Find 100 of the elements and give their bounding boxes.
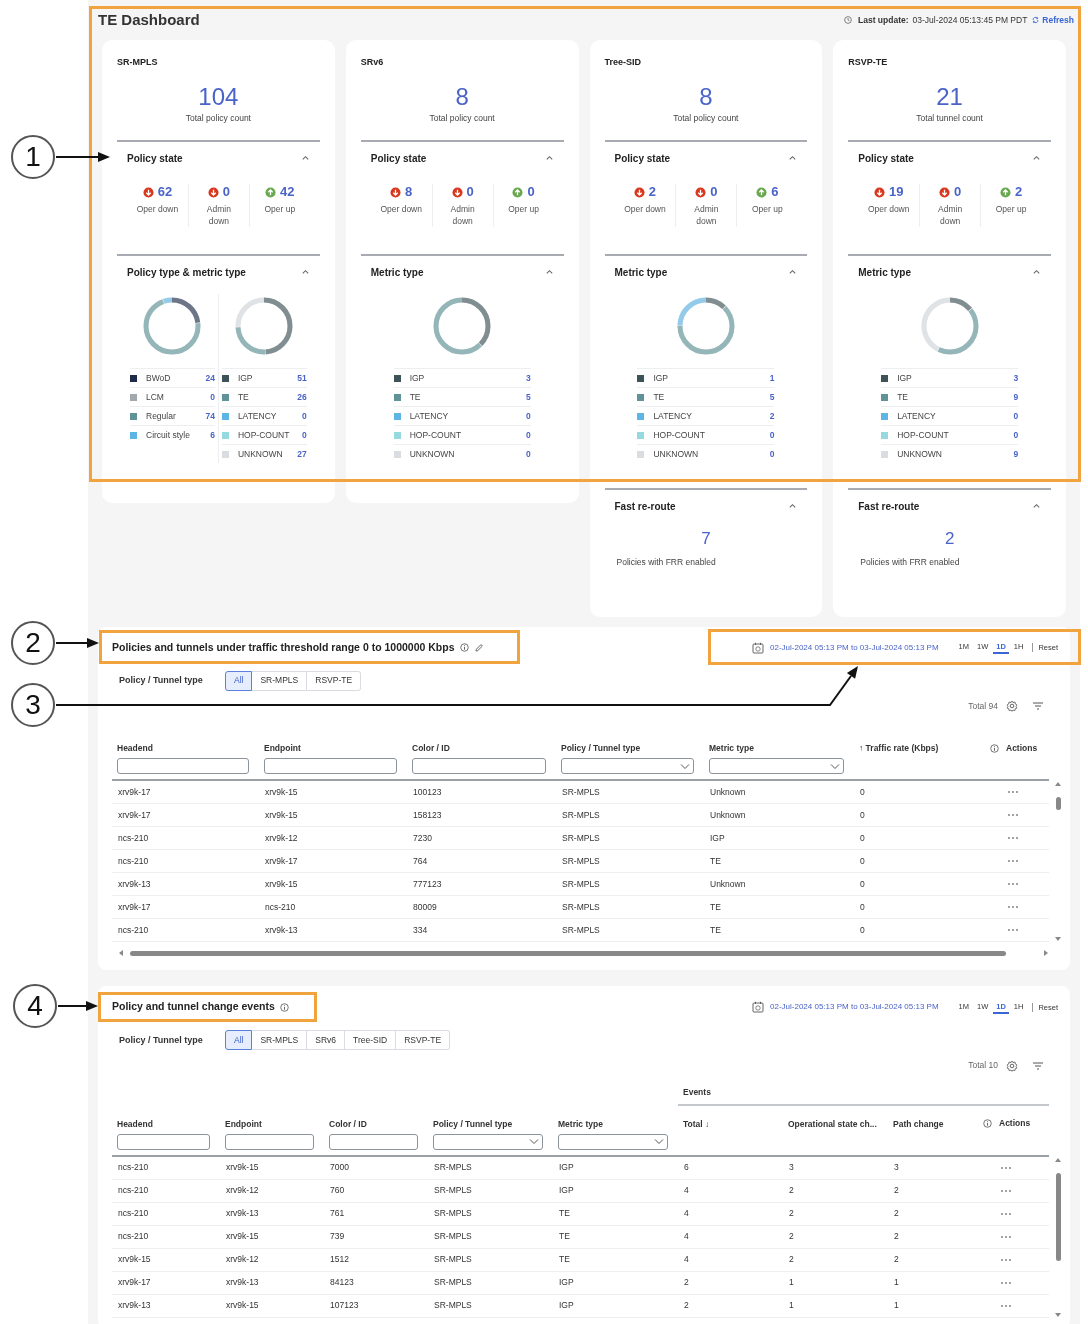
more-icon[interactable] — [1007, 905, 1019, 910]
column-header: Endpoint — [225, 1117, 263, 1130]
table-cell-text: xrv9k-13 — [117, 1299, 152, 1313]
more-icon[interactable] — [1000, 1234, 1012, 1239]
scroll-right-icon[interactable] — [1043, 949, 1049, 958]
state-count: 42 — [280, 184, 295, 201]
table-cell-text: 764 — [412, 854, 429, 868]
state-label: Oper up — [507, 203, 540, 216]
filter-input[interactable] — [117, 1133, 210, 1150]
vertical-scrollbar[interactable] — [1053, 1156, 1063, 1318]
scroll-down-icon[interactable] — [1054, 936, 1062, 943]
info-icon[interactable] — [279, 1002, 289, 1012]
more-icon[interactable] — [1007, 813, 1019, 818]
filter-tab[interactable]: Tree-SID — [345, 1030, 397, 1051]
state-label: Admin down — [937, 203, 964, 228]
column-header: Actions — [999, 1117, 1031, 1131]
settings-icon[interactable] — [1006, 699, 1018, 712]
more-icon[interactable] — [1000, 1188, 1012, 1193]
more-icon[interactable] — [1000, 1211, 1012, 1216]
info-icon[interactable] — [459, 643, 469, 652]
filter-tab[interactable]: SR-MPLS — [252, 1030, 308, 1051]
table-cell-text: SR-MPLS — [561, 808, 601, 822]
more-icon[interactable] — [1007, 836, 1019, 841]
total-count-label: Total 10 — [968, 1059, 998, 1072]
date-range-button[interactable]: 02-Jul-2024 05:13 PM to 03-Jul-2024 05:13 PM — [752, 1001, 939, 1014]
legend-label: LATENCY — [409, 409, 450, 423]
scrollbar-thumb[interactable] — [130, 950, 1006, 956]
table-cell-text: 2 — [893, 1253, 900, 1267]
section-title: Fast re-route — [858, 500, 920, 515]
table-cell-text: xrv9k-15 — [225, 1161, 260, 1175]
table-cell-text: xrv9k-13 — [225, 1276, 260, 1290]
filter-select[interactable] — [433, 1133, 543, 1150]
scroll-down-icon[interactable] — [1054, 1311, 1062, 1318]
more-icon[interactable] — [1007, 928, 1019, 933]
state-count: 19 — [888, 184, 904, 201]
more-icon[interactable] — [1000, 1165, 1012, 1170]
more-icon[interactable] — [1007, 882, 1019, 887]
table-cell-text: 0 — [859, 877, 866, 891]
info-icon[interactable] — [990, 743, 999, 753]
filter-input[interactable] — [329, 1133, 418, 1150]
section-title: Policy state — [370, 152, 427, 167]
date-range-button[interactable]: 02-Jul-2024 05:13 PM to 03-Jul-2024 05:13 PM — [752, 641, 939, 654]
more-icon[interactable] — [1000, 1280, 1012, 1285]
filter-tab[interactable]: All — [225, 670, 253, 691]
filter-icon[interactable] — [1032, 700, 1044, 711]
card-title: SRv6 — [360, 56, 385, 69]
state-label: Oper up — [994, 203, 1028, 216]
table-cell-text: 739 — [329, 1230, 346, 1244]
more-icon[interactable] — [1007, 859, 1019, 864]
info-icon[interactable] — [983, 1119, 992, 1129]
scrollbar-thumb[interactable] — [1055, 1172, 1061, 1261]
scroll-up-icon[interactable] — [1054, 781, 1062, 788]
legend-label: IGP — [897, 371, 913, 385]
legend-value: 2 — [769, 409, 775, 423]
filter-input[interactable] — [117, 758, 249, 775]
last-update-label: Last update: — [858, 14, 909, 27]
filter-select[interactable] — [561, 758, 694, 775]
column-header: Color / ID — [329, 1117, 368, 1130]
filter-select[interactable] — [558, 1133, 668, 1150]
table-cell-text: TE — [558, 1230, 571, 1244]
state-label: Oper down — [379, 203, 423, 216]
scroll-left-icon[interactable] — [118, 949, 124, 958]
filter-icon[interactable] — [1032, 1060, 1044, 1071]
filter-tab[interactable]: SRv6 — [307, 1030, 346, 1051]
legend-label: Regular — [146, 409, 177, 423]
table-cell-text: 100123 — [412, 785, 443, 799]
refresh-button[interactable]: Refresh — [1031, 14, 1074, 27]
vertical-scrollbar[interactable] — [1053, 781, 1063, 943]
table-cell-text: IGP — [558, 1299, 575, 1313]
table-cell-text: xrv9k-15 — [117, 1253, 152, 1267]
table-cell-text: IGP — [558, 1184, 575, 1198]
scrollbar-thumb[interactable] — [1055, 797, 1061, 811]
table-cell-text: TE — [709, 923, 722, 937]
filter-input[interactable] — [264, 758, 397, 775]
filter-tab[interactable]: SR-MPLS — [252, 670, 308, 691]
filter-tab[interactable]: RSVP-TE — [396, 1030, 451, 1051]
filter-tab[interactable]: RSVP-TE — [307, 670, 362, 691]
filter-input[interactable] — [412, 758, 546, 775]
filter-tab[interactable]: All — [225, 1030, 253, 1051]
scroll-up-icon[interactable] — [1054, 1156, 1062, 1163]
table-cell-text: xrv9k-17 — [117, 1276, 152, 1290]
table-cell-text: xrv9k-13 — [225, 1207, 260, 1221]
column-header: Actions — [1006, 741, 1038, 755]
more-icon[interactable] — [1000, 1303, 1012, 1308]
section-title: Policy state — [614, 152, 671, 167]
table-cell-text: SR-MPLS — [433, 1161, 473, 1175]
more-icon[interactable] — [1007, 790, 1019, 795]
filter-input[interactable] — [225, 1133, 314, 1150]
table-cell-text: 158123 — [412, 808, 443, 822]
table-cell-text: 2 — [788, 1184, 795, 1198]
settings-icon[interactable] — [1006, 1059, 1018, 1072]
more-icon[interactable] — [1000, 1257, 1012, 1262]
edit-icon[interactable] — [473, 642, 484, 653]
state-label: Oper down — [623, 203, 667, 216]
table-cell-text: 2 — [683, 1276, 690, 1290]
section-title: Metric type — [370, 266, 424, 281]
table-cell-text: xrv9k-12 — [225, 1253, 260, 1267]
table-cell-text: ncs-210 — [117, 1230, 150, 1244]
filter-select[interactable] — [709, 758, 844, 775]
callout-number: 4 — [13, 984, 57, 1028]
